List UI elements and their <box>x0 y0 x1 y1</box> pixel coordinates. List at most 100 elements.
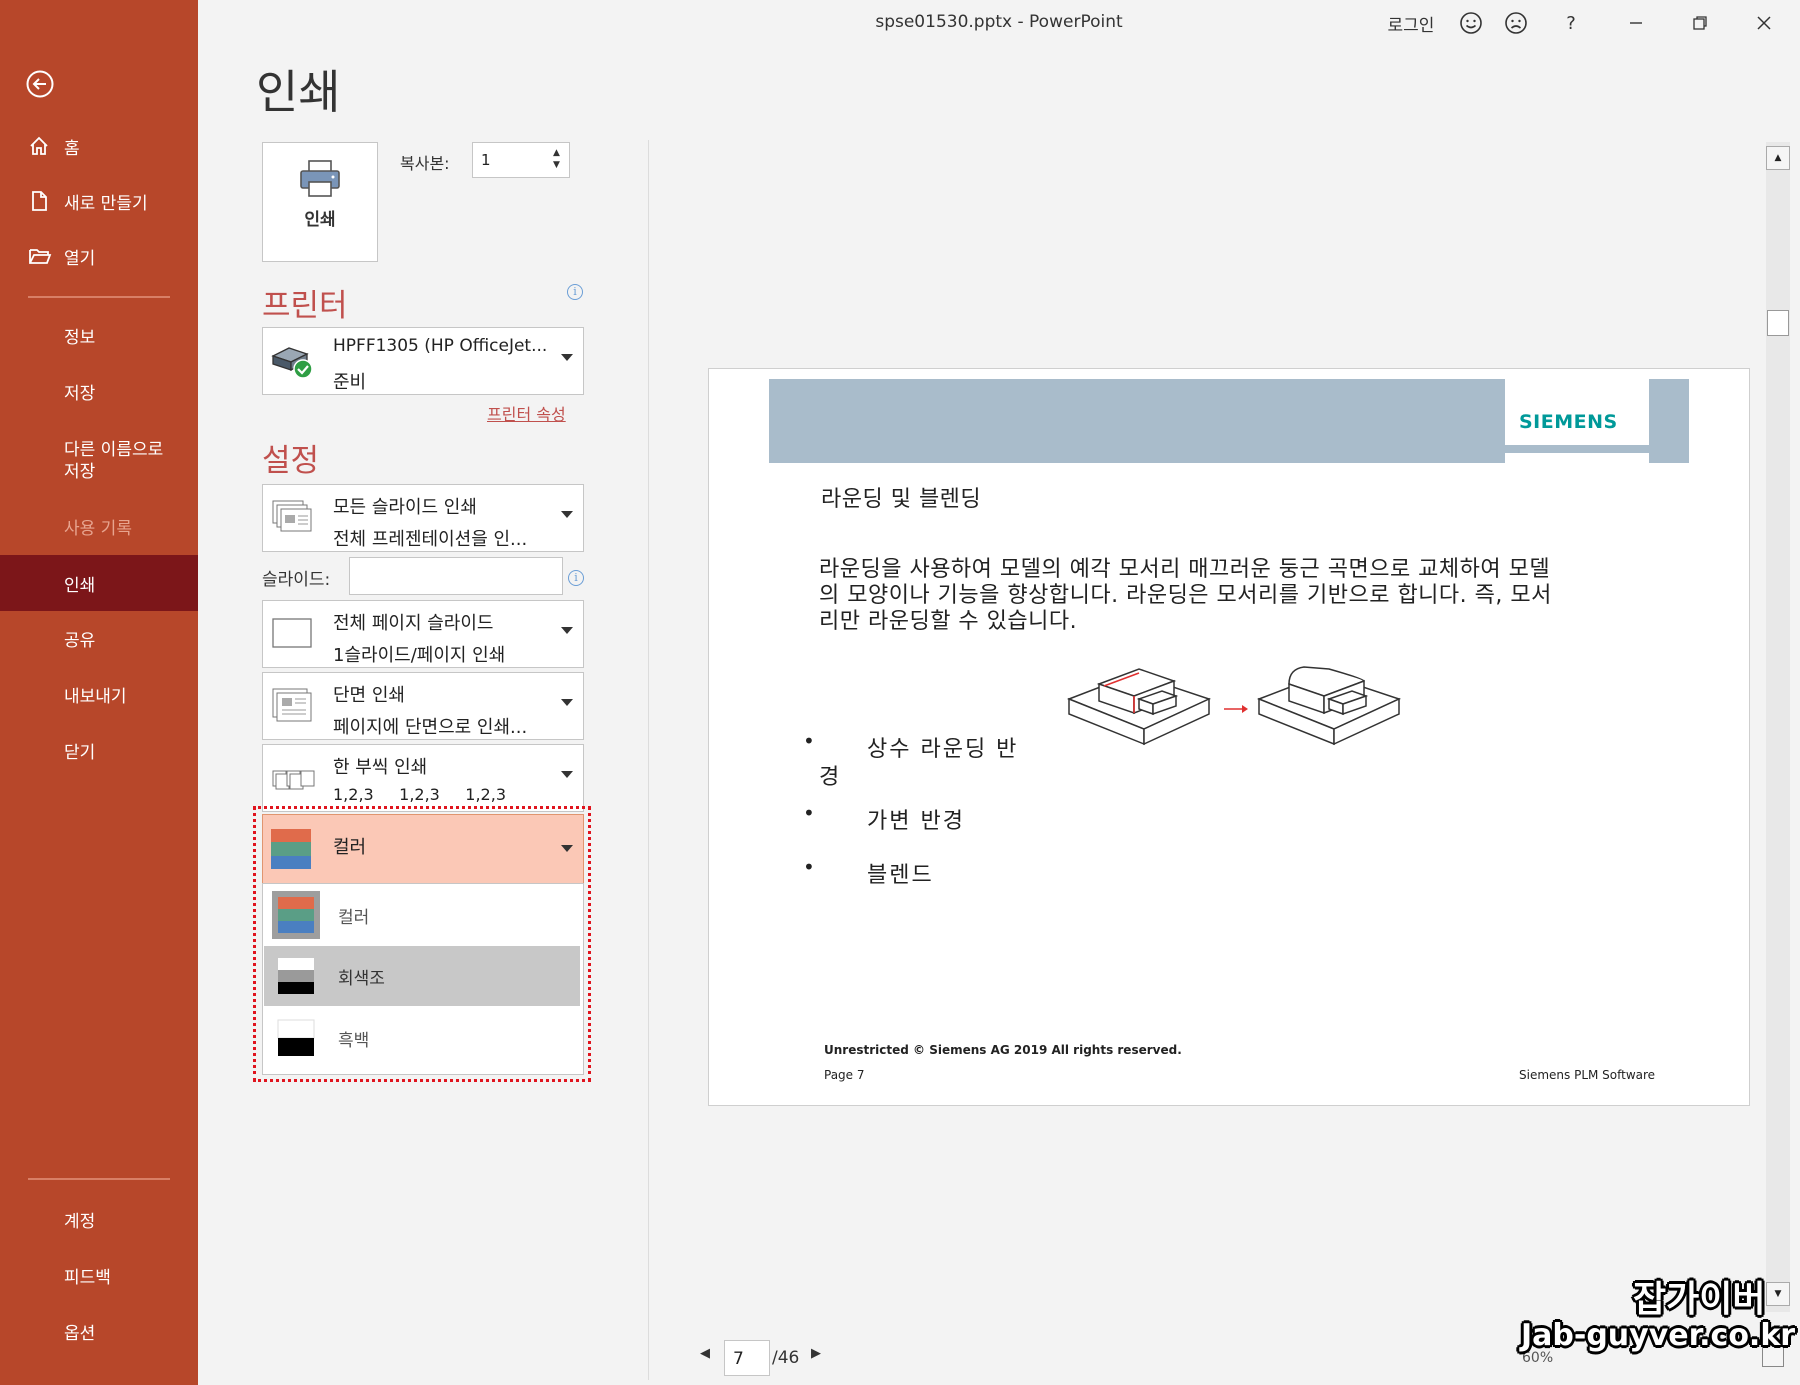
page-total: /46 <box>772 1348 800 1368</box>
layout-label: 전체 페이지 슬라이드 <box>333 613 494 634</box>
copies-stepper[interactable]: 1 ▲ ▼ <box>472 142 570 178</box>
print-range-label: 모든 슬라이드 인쇄 <box>333 497 477 518</box>
sidebar-item-label: 피드백 <box>64 1267 111 1288</box>
chevron-down-icon <box>561 771 573 778</box>
bullet-text: 상수 라운딩 반 <box>867 737 1019 762</box>
bullet-text-wrap: 경 <box>819 765 840 790</box>
close-icon[interactable] <box>1744 8 1784 38</box>
printer-name: HPFF1305 (HP OfficeJet... <box>333 336 548 356</box>
slides-label: 슬라이드: <box>262 570 331 590</box>
stepper-arrows-icon[interactable]: ▲ ▼ <box>553 147 560 171</box>
back-arrow-icon[interactable] <box>26 70 54 98</box>
title-bar: spse01530.pptx - PowerPoint 로그인 ? <box>198 0 1800 46</box>
sidebar-item-info[interactable]: 정보 <box>0 309 198 361</box>
layout-sublabel: 1슬라이드/페이지 인쇄 <box>333 645 506 666</box>
slides-input[interactable] <box>349 557 563 595</box>
sidebar-item-export[interactable]: 내보내기 <box>0 668 198 720</box>
color-swatch-icon <box>272 891 320 939</box>
smile-icon[interactable] <box>1456 8 1486 38</box>
slide-footer-copyright: Unrestricted © Siemens AG 2019 All right… <box>824 1043 1182 1057</box>
sidebar-divider <box>28 296 170 298</box>
page-number-input[interactable]: 7 <box>724 1340 770 1376</box>
bullet-text: 가변 반경 <box>867 809 965 834</box>
slide-title: 라운딩 및 블렌딩 <box>821 487 982 512</box>
color-option-label: 흑백 <box>338 1031 370 1051</box>
color-swatch-icon <box>271 829 311 869</box>
slide-header-accent <box>1505 453 1649 463</box>
collated-icon <box>271 757 315 797</box>
sidebar-item-save-as[interactable]: 다른 이름으로 저장 <box>0 430 198 492</box>
slide-preview: SIEMENS 라운딩 및 블렌딩 라운딩을 사용하여 모델의 예각 모서리 매… <box>708 368 1750 1106</box>
rounding-diagram <box>1064 629 1424 763</box>
prev-page-icon[interactable]: ◀ <box>700 1346 710 1361</box>
siemens-logo-box: SIEMENS <box>1505 379 1649 445</box>
bullet-icon: • <box>803 855 815 879</box>
sidebar-item-new[interactable]: 새로 만들기 <box>0 175 198 227</box>
sides-sublabel: 페이지에 단면으로 인쇄... <box>333 717 528 738</box>
sidebar-item-print[interactable]: 인쇄 <box>0 555 198 611</box>
scroll-down-icon[interactable]: ▼ <box>1766 1282 1790 1306</box>
sides-dropdown[interactable]: 단면 인쇄 페이지에 단면으로 인쇄... <box>262 672 584 740</box>
chevron-down-icon <box>561 627 573 634</box>
color-selected-label: 컬러 <box>333 837 367 858</box>
sidebar-item-history: 사용 기록 <box>0 500 198 552</box>
frown-icon[interactable] <box>1501 8 1531 38</box>
copies-label: 복사본: <box>400 154 450 173</box>
chevron-down-icon <box>561 511 573 518</box>
full-page-slide-icon <box>271 613 313 653</box>
one-sided-icon <box>271 685 313 725</box>
minimize-icon[interactable] <box>1616 8 1656 38</box>
sidebar-item-label: 내보내기 <box>64 686 127 707</box>
print-button-label: 인쇄 <box>304 210 336 230</box>
sidebar-item-save[interactable]: 저장 <box>0 365 198 417</box>
sidebar-divider <box>28 1178 170 1180</box>
printer-status: 준비 <box>333 372 367 393</box>
copies-value: 1 <box>481 151 491 169</box>
sidebar-item-home[interactable]: 홈 <box>0 120 198 172</box>
printer-ready-icon <box>271 340 313 380</box>
sidebar-item-feedback[interactable]: 피드백 <box>0 1249 198 1301</box>
print-range-dropdown[interactable]: 모든 슬라이드 인쇄 전체 프레젠테이션을 인... <box>262 484 584 552</box>
help-icon[interactable]: ? <box>1556 8 1586 38</box>
sidebar-item-open[interactable]: 열기 <box>0 230 198 282</box>
color-option-grayscale[interactable]: 회색조 <box>264 946 580 1006</box>
color-option-black-white[interactable]: 흑백 <box>264 1008 580 1068</box>
printer-icon <box>298 159 342 203</box>
sidebar-item-label: 계정 <box>64 1211 96 1232</box>
scroll-up-icon[interactable]: ▲ <box>1766 146 1790 170</box>
collate-dropdown[interactable]: 한 부씩 인쇄 1,2,3 1,2,3 1,2,3 <box>262 744 584 812</box>
backstage-sidebar: 홈 새로 만들기 열기 정보 저장 다른 이름으로 저장 사용 기록 인쇄 공유… <box>0 0 198 1385</box>
sidebar-item-label: 공유 <box>64 630 96 651</box>
layout-dropdown[interactable]: 전체 페이지 슬라이드 1슬라이드/페이지 인쇄 <box>262 600 584 668</box>
login-button[interactable]: 로그인 <box>1376 8 1446 38</box>
collate-sublabel: 1,2,3 1,2,3 1,2,3 <box>333 785 506 804</box>
new-document-icon <box>28 190 58 212</box>
bullet-icon: • <box>803 801 815 825</box>
watermark-title: 잡가이버 <box>1633 1279 1766 1320</box>
print-button[interactable]: 인쇄 <box>262 142 378 262</box>
sidebar-item-share[interactable]: 공유 <box>0 612 198 664</box>
page-number-value: 7 <box>733 1349 744 1369</box>
bullet-icon: • <box>803 729 815 753</box>
panel-divider <box>648 140 649 1380</box>
sidebar-item-label: 다른 이름으로 저장 <box>64 440 164 482</box>
sidebar-item-label: 정보 <box>64 327 96 348</box>
printer-properties-link[interactable]: 프린터 속성 <box>487 401 566 425</box>
slide-footer-page: Page 7 <box>824 1068 865 1082</box>
preview-scrollbar[interactable]: ▲ ▼ <box>1766 142 1790 1312</box>
printer-dropdown[interactable]: HPFF1305 (HP OfficeJet... 준비 <box>262 327 584 395</box>
scroll-thumb[interactable] <box>1767 310 1789 336</box>
info-icon[interactable]: i <box>568 570 584 586</box>
color-option-label: 컬러 <box>338 908 370 928</box>
info-icon[interactable]: i <box>567 284 583 300</box>
color-dropdown[interactable]: 컬러 <box>262 814 584 884</box>
color-option-color[interactable]: 컬러 <box>264 885 580 945</box>
collate-label: 한 부씩 인쇄 <box>333 757 428 778</box>
sidebar-item-close[interactable]: 닫기 <box>0 724 198 776</box>
sidebar-item-label: 저장 <box>64 383 96 404</box>
restore-icon[interactable] <box>1680 8 1720 38</box>
sidebar-item-account[interactable]: 계정 <box>0 1193 198 1245</box>
chevron-down-icon <box>561 699 573 706</box>
next-page-icon[interactable]: ▶ <box>811 1346 821 1361</box>
sidebar-item-options[interactable]: 옵션 <box>0 1305 198 1357</box>
